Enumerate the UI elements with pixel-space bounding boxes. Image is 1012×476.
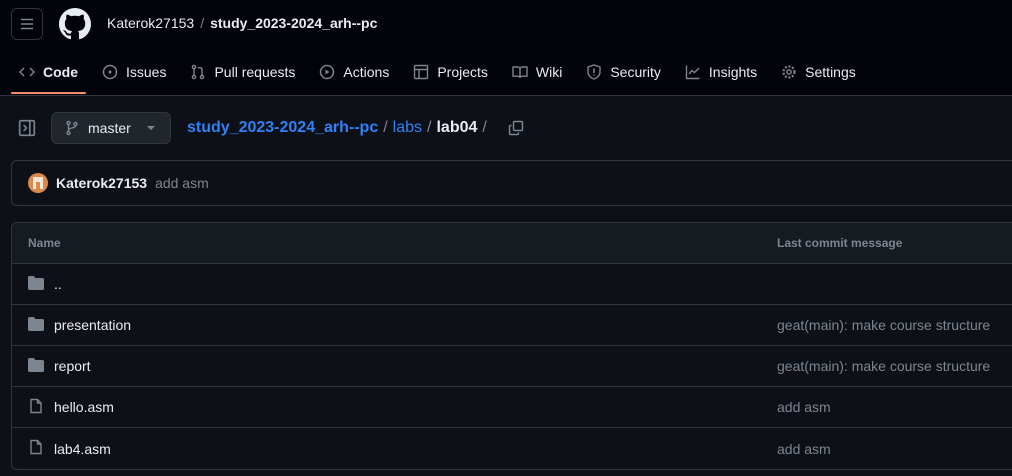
table-row[interactable]: hello.asm add asm: [12, 387, 1012, 428]
tab-settings[interactable]: Settings: [773, 52, 864, 92]
avatar[interactable]: [28, 173, 48, 193]
table-row[interactable]: report geat(main): make course structure: [12, 346, 1012, 387]
owner-link[interactable]: Katerok27153: [107, 15, 194, 31]
tab-insights[interactable]: Insights: [677, 52, 765, 92]
breadcrumb: study_2023-2024_arh--pc / labs / lab04 /: [187, 119, 487, 137]
file-name-cell: report: [28, 357, 91, 376]
table-icon: [414, 64, 429, 80]
tab-code[interactable]: Code: [11, 52, 86, 94]
tab-label: Settings: [805, 64, 856, 80]
table-row[interactable]: lab4.asm add asm: [12, 428, 1012, 469]
tab-wiki[interactable]: Wiki: [504, 52, 570, 92]
github-logo-icon[interactable]: [59, 8, 91, 40]
breadcrumb-repo-link[interactable]: study_2023-2024_arh--pc: [187, 119, 378, 137]
issue-icon: [102, 64, 118, 80]
file-name-link[interactable]: lab4.asm: [54, 441, 111, 457]
tab-label: Security: [610, 64, 661, 80]
table-header: Name Last commit message: [12, 223, 1012, 264]
branch-name: master: [88, 120, 131, 136]
commit-message-link[interactable]: geat(main): make course structure: [777, 358, 990, 374]
repo-header: Katerok27153 / study_2023-2024_arh--pc Cod…: [0, 0, 1012, 96]
tab-actions[interactable]: Actions: [311, 52, 397, 92]
repo-nav: Code Issues Pull requests Actions Projec…: [11, 52, 872, 96]
file-name-link[interactable]: hello.asm: [54, 399, 114, 415]
breadcrumb-labs-link[interactable]: labs: [393, 119, 422, 137]
tab-label: Actions: [343, 64, 390, 80]
tab-security[interactable]: Security: [578, 52, 669, 92]
breadcrumb-separator: /: [482, 119, 487, 136]
code-icon: [19, 67, 35, 77]
hamburger-icon: [21, 18, 33, 30]
file-name-cell: hello.asm: [28, 398, 114, 417]
file-icon: [28, 439, 44, 458]
branch-selector[interactable]: master: [51, 112, 171, 144]
gear-icon: [782, 65, 796, 79]
breadcrumb-separator: /: [383, 119, 388, 136]
latest-commit-bar: Katerok27153 add asm: [11, 160, 1012, 206]
folder-icon: [28, 316, 44, 335]
file-icon: [28, 398, 44, 417]
tab-label: Code: [43, 64, 78, 80]
sidebar-toggle-icon[interactable]: [18, 119, 36, 137]
tab-label: Wiki: [535, 64, 563, 80]
file-name-cell: lab4.asm: [28, 439, 111, 458]
breadcrumb-current: lab04: [436, 119, 478, 136]
commit-author[interactable]: Katerok27153: [56, 175, 147, 191]
commit-message-link[interactable]: add asm: [777, 399, 831, 415]
pull-request-icon: [192, 64, 205, 80]
menu-button[interactable]: [11, 8, 43, 40]
graph-icon: [685, 65, 700, 80]
tab-label: Issues: [126, 64, 167, 80]
commit-message[interactable]: add asm: [155, 175, 209, 191]
tab-label: Pull requests: [214, 64, 296, 80]
tab-pull-requests[interactable]: Pull requests: [182, 52, 303, 92]
caret-down-icon: [146, 126, 155, 130]
branch-icon: [66, 120, 78, 136]
book-icon: [512, 66, 528, 79]
tab-label: Projects: [437, 64, 488, 80]
column-last-commit: Last commit message: [777, 236, 903, 250]
shield-icon: [587, 64, 602, 80]
file-name-link[interactable]: presentation: [54, 317, 131, 333]
tab-projects[interactable]: Projects: [405, 52, 496, 92]
tab-issues[interactable]: Issues: [94, 52, 174, 92]
commit-message-link[interactable]: geat(main): make course structure: [777, 317, 990, 333]
file-name-cell: presentation: [28, 316, 131, 335]
folder-icon: [28, 357, 44, 376]
repo-link[interactable]: study_2023-2024_arh--pc: [210, 15, 377, 31]
folder-icon: [28, 275, 44, 294]
file-table: Name Last commit message .. presentation g…: [11, 222, 1012, 470]
copy-path-icon[interactable]: [508, 120, 524, 136]
table-row[interactable]: presentation geat(main): make course stru…: [12, 305, 1012, 346]
file-name-link[interactable]: ..: [54, 276, 62, 292]
file-name-link[interactable]: report: [54, 358, 91, 374]
commit-message-link[interactable]: add asm: [777, 441, 831, 457]
column-name: Name: [28, 236, 61, 250]
separator: /: [200, 15, 205, 31]
breadcrumb-separator: /: [427, 119, 432, 136]
play-icon: [320, 64, 335, 80]
repo-context: Katerok27153 / study_2023-2024_arh--pc: [107, 15, 377, 31]
tab-label: Insights: [708, 64, 758, 80]
table-row[interactable]: ..: [12, 264, 1012, 305]
file-name-cell: ..: [28, 275, 62, 294]
